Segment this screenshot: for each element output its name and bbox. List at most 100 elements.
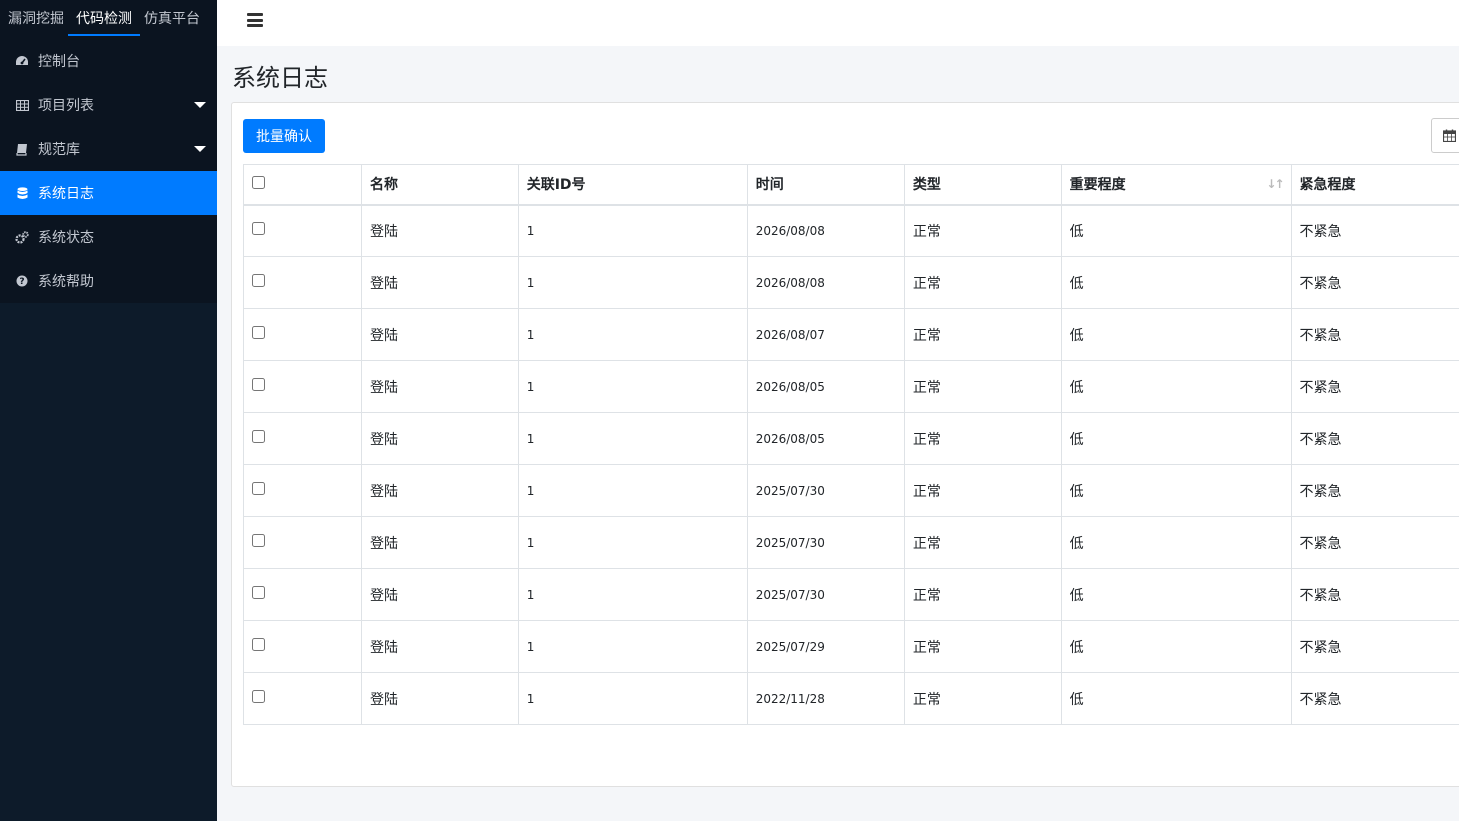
cell-importance: 低 — [1060, 568, 1292, 621]
cell-urgency: 不紧急 — [1290, 204, 1459, 257]
cell-time: 2026/08/05 — [746, 360, 905, 413]
sidebar-item-system-status[interactable]: 系统状态 — [0, 215, 217, 259]
sidebar-item-system-log[interactable]: 系统日志 — [0, 171, 217, 215]
table-row[interactable]: 登陆 1 2026/08/07 正常低不紧急 — [242, 308, 1459, 361]
row-select-cell — [242, 464, 363, 517]
book-icon — [15, 142, 29, 156]
column-header-type[interactable]: 类型 — [903, 164, 1062, 206]
cell-related-id: 1 — [517, 672, 748, 725]
cell-importance: 低 — [1060, 256, 1292, 309]
hamburger-menu-icon[interactable] — [247, 13, 263, 27]
cell-type: 正常 — [903, 360, 1062, 413]
row-select-cell — [242, 568, 363, 621]
date-filter-button[interactable] — [1431, 118, 1459, 153]
sidebar-item-label: 规范库 — [38, 142, 80, 158]
row-checkbox[interactable] — [252, 586, 265, 599]
table-row[interactable]: 登陆 1 2025/07/30 正常低不紧急 — [242, 464, 1459, 517]
select-all-cell — [242, 164, 363, 206]
cell-related-id: 1 — [517, 516, 748, 569]
select-all-checkbox[interactable] — [252, 175, 265, 189]
cell-time: 2025/07/30 — [746, 516, 905, 569]
page-title: 系统日志 — [232, 64, 328, 92]
cell-name: 登陆 — [361, 308, 519, 361]
table-row[interactable]: 登陆 1 2026/08/05 正常低不紧急 — [242, 412, 1459, 465]
cell-time: 2026/08/08 — [746, 256, 905, 309]
cell-related-id: 1 — [517, 620, 748, 673]
cell-type: 正常 — [903, 516, 1062, 569]
sidebar-item-system-help[interactable]: ? 系统帮助 — [0, 259, 217, 303]
row-checkbox[interactable] — [252, 638, 265, 651]
cell-name: 登陆 — [361, 256, 519, 309]
row-checkbox[interactable] — [252, 534, 265, 547]
row-checkbox[interactable] — [252, 378, 265, 391]
cell-urgency: 不紧急 — [1290, 308, 1459, 361]
cell-name: 登陆 — [361, 464, 519, 517]
cell-related-id: 1 — [517, 360, 748, 413]
table-row[interactable]: 登陆 1 2025/07/30 正常低不紧急 — [242, 516, 1459, 569]
row-checkbox[interactable] — [252, 326, 265, 339]
table-row[interactable]: 登陆 1 2026/08/08 正常低不紧急 — [242, 256, 1459, 309]
row-checkbox[interactable] — [252, 274, 265, 287]
column-header-importance[interactable]: 重要程度 ↓↑ — [1060, 164, 1292, 206]
row-checkbox[interactable] — [252, 430, 265, 443]
cell-urgency: 不紧急 — [1290, 516, 1459, 569]
batch-confirm-button[interactable]: 批量确认 — [243, 119, 325, 153]
cell-related-id: 1 — [517, 464, 748, 517]
sort-icon[interactable]: ↓↑ — [1266, 177, 1284, 191]
cell-type: 正常 — [903, 568, 1062, 621]
database-icon — [15, 186, 29, 200]
sidebar-item-dashboard[interactable]: 控制台 — [0, 39, 217, 83]
sidebar-item-project-list[interactable]: 项目列表 — [0, 83, 217, 127]
cell-time: 2025/07/29 — [746, 620, 905, 673]
row-select-cell — [242, 516, 363, 569]
cell-related-id: 1 — [517, 412, 748, 465]
cell-time: 2026/08/07 — [746, 308, 905, 361]
cell-related-id: 1 — [517, 204, 748, 257]
cell-importance: 低 — [1060, 620, 1292, 673]
cell-time: 2025/07/30 — [746, 568, 905, 621]
cell-urgency: 不紧急 — [1290, 464, 1459, 517]
cell-importance: 低 — [1060, 516, 1292, 569]
row-select-cell — [242, 256, 363, 309]
cell-urgency: 不紧急 — [1290, 412, 1459, 465]
cell-urgency: 不紧急 — [1290, 360, 1459, 413]
cell-urgency: 不紧急 — [1290, 568, 1459, 621]
row-select-cell — [242, 620, 363, 673]
sidebar-item-standards-library[interactable]: 规范库 — [0, 127, 217, 171]
row-checkbox[interactable] — [252, 222, 265, 236]
table-row[interactable]: 登陆 1 2025/07/29 正常低不紧急 — [242, 620, 1459, 673]
row-select-cell — [242, 412, 363, 465]
cell-type: 正常 — [903, 412, 1062, 465]
log-card: 批量确认 名称 关联ID号 时间 类型 重要程度 ↓↑ 紧急程度 登陆 1 2026/… — [231, 102, 1459, 787]
cell-name: 登陆 — [361, 620, 519, 673]
sidebar-item-label: 系统日志 — [38, 186, 94, 202]
cell-importance: 低 — [1060, 360, 1292, 413]
cell-name: 登陆 — [361, 412, 519, 465]
row-checkbox[interactable] — [252, 482, 265, 495]
cogs-icon — [15, 230, 29, 244]
cell-name: 登陆 — [361, 204, 519, 257]
tab-vuln-mining[interactable]: 漏洞挖掘 — [4, 0, 68, 36]
table-row[interactable]: 登陆 1 2025/07/30 正常低不紧急 — [242, 568, 1459, 621]
table-row[interactable]: 登陆 1 2026/08/05 正常低不紧急 — [242, 360, 1459, 413]
column-header-urgency[interactable]: 紧急程度 — [1290, 164, 1459, 206]
cell-urgency: 不紧急 — [1290, 620, 1459, 673]
cell-name: 登陆 — [361, 568, 519, 621]
table-row[interactable]: 登陆 1 2022/11/28 正常低不紧急 — [242, 672, 1459, 725]
column-header-name[interactable]: 名称 — [361, 164, 519, 206]
cell-urgency: 不紧急 — [1290, 256, 1459, 309]
cell-urgency: 不紧急 — [1290, 672, 1459, 725]
cell-time: 2026/08/08 — [746, 204, 905, 257]
cell-name: 登陆 — [361, 516, 519, 569]
column-header-related-id[interactable]: 关联ID号 — [517, 164, 748, 206]
cell-importance: 低 — [1060, 672, 1292, 725]
cell-time: 2025/07/30 — [746, 464, 905, 517]
sidebar: 漏洞挖掘 代码检测 仿真平台 控制台 项目列表 规范库 系统日志 系统状态 ? … — [0, 0, 217, 821]
column-header-time[interactable]: 时间 — [746, 164, 905, 206]
tab-code-detection[interactable]: 代码检测 — [68, 0, 140, 36]
cell-importance: 低 — [1060, 204, 1292, 257]
row-checkbox[interactable] — [252, 690, 265, 703]
cell-type: 正常 — [903, 204, 1062, 257]
table-row[interactable]: 登陆 1 2026/08/08 正常低不紧急 — [242, 204, 1459, 257]
tab-simulation-platform[interactable]: 仿真平台 — [140, 0, 204, 36]
